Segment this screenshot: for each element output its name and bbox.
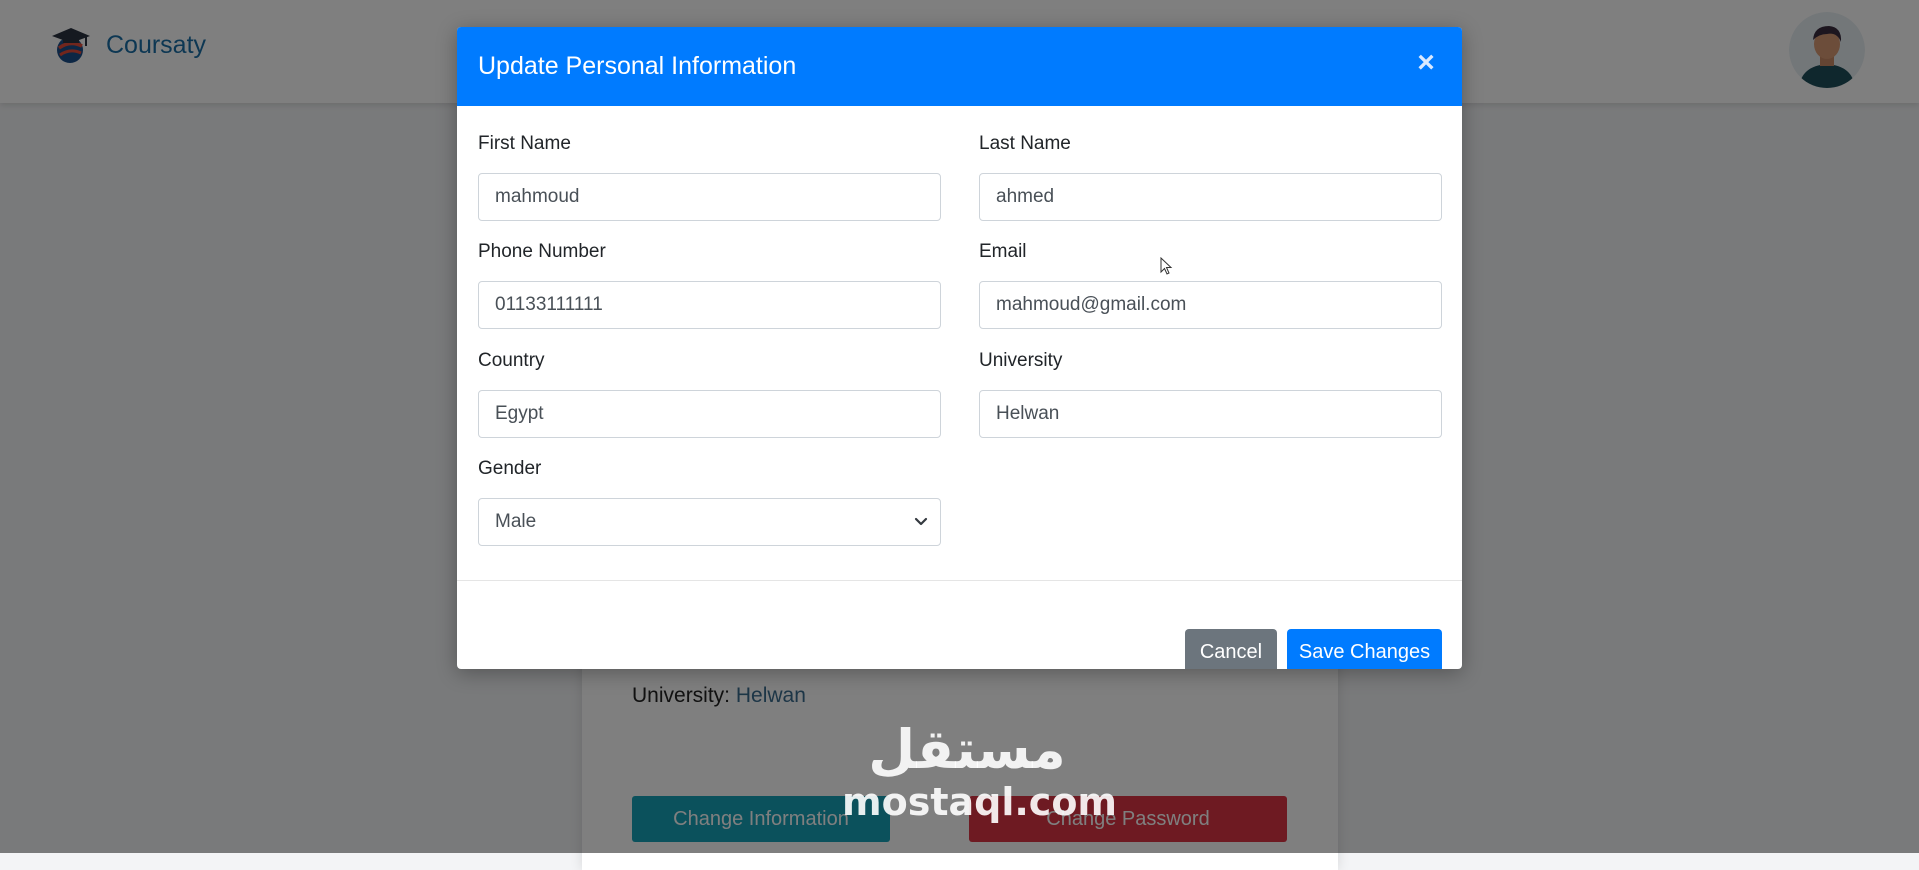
save-changes-button[interactable]: Save Changes: [1287, 629, 1442, 669]
phone-label: Phone Number: [478, 241, 606, 262]
last-name-label: Last Name: [979, 133, 1071, 154]
gender-select[interactable]: Male: [478, 498, 941, 546]
country-group: Country Egypt: [478, 350, 941, 438]
phone-input[interactable]: 01133111111: [478, 281, 941, 329]
email-label: Email: [979, 241, 1027, 262]
phone-group: Phone Number 01133111111: [478, 241, 941, 329]
close-icon[interactable]: ×: [1408, 45, 1444, 81]
first-name-input[interactable]: mahmoud: [478, 173, 941, 221]
first-name-group: First Name mahmoud: [478, 133, 941, 221]
modal-footer: Cancel Save Changes: [457, 580, 1462, 669]
university-label: University: [979, 350, 1063, 371]
country-input[interactable]: Egypt: [478, 390, 941, 438]
gender-group: Gender Male: [478, 458, 941, 546]
watermark-latin: mostaql.com: [842, 780, 1118, 824]
email-input[interactable]: mahmoud@gmail.com: [979, 281, 1442, 329]
email-group: Email mahmoud@gmail.com: [979, 241, 1442, 329]
mouse-cursor-icon: [1160, 257, 1173, 275]
chevron-down-icon: [914, 517, 928, 526]
last-name-input[interactable]: ahmed: [979, 173, 1442, 221]
last-name-group: Last Name ahmed: [979, 133, 1442, 221]
modal-header: Update Personal Information ×: [457, 27, 1462, 106]
university-input[interactable]: Helwan: [979, 390, 1442, 438]
modal-title: Update Personal Information: [478, 52, 797, 80]
country-label: Country: [478, 350, 545, 371]
first-name-label: First Name: [478, 133, 571, 154]
watermark: مستقل mostaql.com: [842, 718, 1118, 825]
university-group: University Helwan: [979, 350, 1442, 438]
watermark-arabic: مستقل: [868, 718, 1066, 781]
update-info-modal: Update Personal Information × First Name…: [457, 27, 1462, 669]
gender-selected-value: Male: [495, 511, 537, 532]
gender-label: Gender: [478, 458, 542, 479]
cancel-button[interactable]: Cancel: [1185, 629, 1277, 669]
